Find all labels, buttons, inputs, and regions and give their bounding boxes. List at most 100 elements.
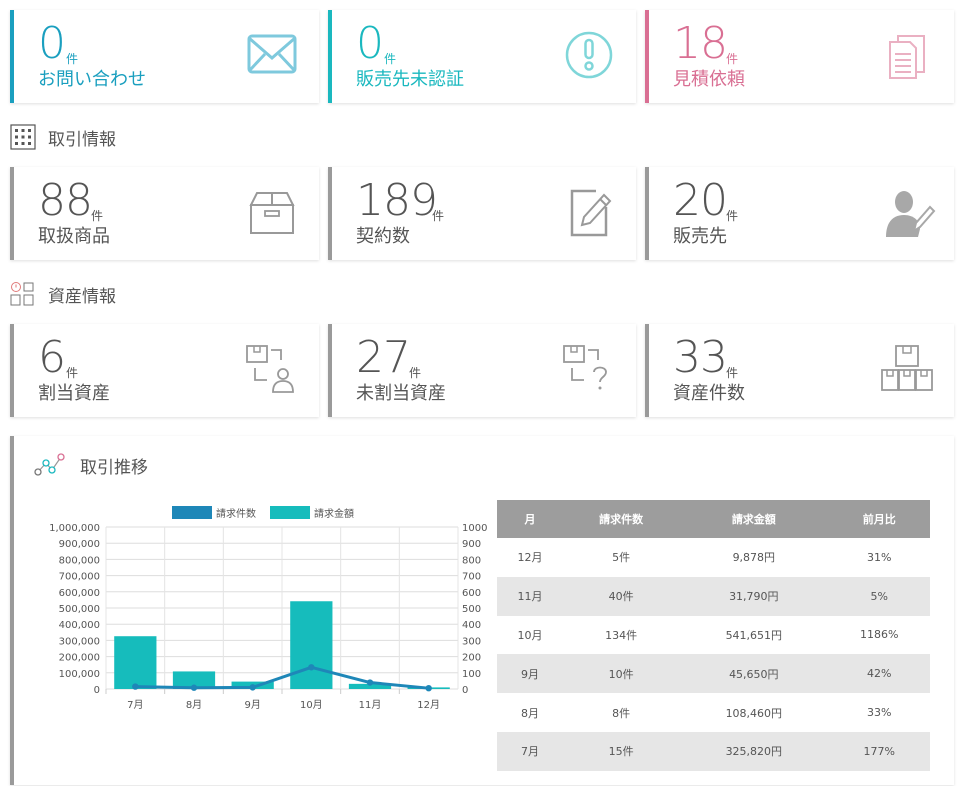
unassigned-assets-label: 未割当資産 xyxy=(356,383,446,404)
contracts-count: 189 xyxy=(356,175,438,226)
asset-total-label: 資産件数 xyxy=(673,383,745,404)
user-pen-icon xyxy=(886,191,936,237)
table-cell-ratio: 42% xyxy=(828,654,930,694)
table-cell-count: 134件 xyxy=(605,628,638,642)
asset-boxes-icon xyxy=(10,282,34,306)
table-cell-amount: 108,460円 xyxy=(725,706,783,720)
trend-header: 取引推移 xyxy=(32,450,148,480)
table-header-row: 月 請求件数 請求金額 前月比 xyxy=(497,500,930,538)
y-right-tick-label: 300 xyxy=(462,636,481,647)
table-header-month: 月 xyxy=(497,500,564,538)
trade-info-header: 取引情報 xyxy=(10,122,116,152)
products-label: 取扱商品 xyxy=(38,226,110,247)
assigned-assets-unit: 件 xyxy=(66,366,79,380)
table-cell-amount: 325,820円 xyxy=(679,731,829,771)
inquiry-label: お問い合わせ xyxy=(38,69,146,90)
products-count: 88 xyxy=(38,175,93,226)
y-left-tick-label: 400,000 xyxy=(59,620,100,631)
asset-total-count: 33 xyxy=(673,332,728,383)
y-right-tick-label: 400 xyxy=(462,620,481,631)
products-unit: 件 xyxy=(91,209,104,223)
y-left-tick-label: 900,000 xyxy=(59,539,100,550)
assigned-assets-label: 割当資産 xyxy=(38,383,110,404)
asset-info-title: 資産情報 xyxy=(48,286,116,307)
y-right-tick-label: 1000 xyxy=(462,523,487,534)
table-row: 9月 10件 45,650円 42% xyxy=(497,654,930,694)
asset-total-card[interactable]: 33 件 資産件数 xyxy=(645,324,954,417)
chart-point xyxy=(308,664,315,671)
x-tick-label: 9月 xyxy=(244,699,260,711)
y-left-tick-label: 300,000 xyxy=(59,636,100,647)
unassigned-assets-card[interactable]: 27 件 未割当資産 xyxy=(328,324,636,417)
table-row: 7月 15件 325,820円 177% xyxy=(497,731,930,771)
table-row: 8月 8件 108,460円 33% xyxy=(497,693,930,732)
contracts-card[interactable]: 189 件 契約数 xyxy=(328,167,636,260)
contracts-label: 契約数 xyxy=(356,226,410,247)
table-cell-ratio: 1186% xyxy=(859,628,899,642)
unverified-seller-unit: 件 xyxy=(384,52,397,66)
y-right-tick-label: 100 xyxy=(462,669,481,680)
table-cell-month: 7月 xyxy=(497,731,564,771)
table-cell-amount: 9,878円 xyxy=(732,551,776,565)
unassigned-asset-icon xyxy=(563,345,607,390)
table-cell-month: 12月 xyxy=(517,551,543,565)
y-right-tick-label: 200 xyxy=(462,653,481,664)
table-row: 11月 40件 31,790円 5% xyxy=(497,576,930,616)
y-left-tick-label: 700,000 xyxy=(59,572,100,583)
chart-bar xyxy=(290,601,333,689)
y-left-tick-label: 200,000 xyxy=(59,653,100,664)
table-cell-amount: 45,650円 xyxy=(679,654,829,694)
unverified-seller-label: 販売先未認証 xyxy=(356,69,464,90)
chart-point xyxy=(366,679,374,686)
assigned-assets-card[interactable]: 6 件 割当資産 xyxy=(10,324,319,417)
table-cell-amount: 31,790円 xyxy=(679,576,829,616)
x-tick-label: 11月 xyxy=(359,699,382,711)
table-cell-month: 10月 xyxy=(517,628,543,642)
documents-icon xyxy=(889,35,925,79)
table-cell-month: 9月 xyxy=(497,654,564,694)
y-right-tick-label: 800 xyxy=(462,555,481,566)
trend-title: 取引推移 xyxy=(80,457,148,478)
chart-point xyxy=(132,683,139,690)
sellers-unit: 件 xyxy=(726,209,739,223)
table-cell-count: 8件 xyxy=(612,706,631,720)
table-cell-count: 40件 xyxy=(563,576,680,616)
table-cell-month: 8月 xyxy=(521,706,539,720)
table-cell-count: 5件 xyxy=(612,551,631,565)
contracts-unit: 件 xyxy=(432,209,445,223)
table-cell-ratio: 31% xyxy=(866,550,892,564)
table-row: 12月 5件 9,878円 31% xyxy=(497,538,930,577)
inquiry-card[interactable]: 0 件 お問い合わせ xyxy=(10,10,319,103)
unassigned-assets-unit: 件 xyxy=(409,366,422,380)
trend-chart-icon xyxy=(34,453,65,476)
inquiry-unit: 件 xyxy=(66,52,79,66)
sellers-card[interactable]: 20 件 販売先 xyxy=(645,167,954,260)
table-cell-ratio: 5% xyxy=(828,576,930,616)
assigned-asset-icon xyxy=(246,345,294,393)
unverified-seller-count: 0 xyxy=(356,18,384,69)
y-left-tick-label: 0 xyxy=(94,685,100,696)
grid-icon xyxy=(10,124,36,150)
legend-label: 請求件数 xyxy=(216,507,256,520)
y-left-tick-label: 800,000 xyxy=(59,555,100,566)
chart-point xyxy=(249,684,256,691)
trend-chart: 1,000,000 1000900,000 900800,000 800700,000… xyxy=(49,506,487,711)
sellers-count: 20 xyxy=(673,175,728,226)
y-left-tick-label: 100,000 xyxy=(59,669,100,680)
x-tick-label: 10月 xyxy=(300,699,323,711)
quote-request-card[interactable]: 18 件 見積依頼 xyxy=(645,10,954,103)
quote-request-count: 18 xyxy=(673,18,728,69)
y-left-tick-label: 600,000 xyxy=(59,588,100,599)
stacked-boxes-icon xyxy=(881,345,933,391)
unverified-seller-card[interactable]: 0 件 販売先未認証 xyxy=(328,10,636,103)
products-card[interactable]: 88 件 取扱商品 xyxy=(10,167,319,260)
quote-request-unit: 件 xyxy=(726,52,739,66)
chart-point xyxy=(190,684,198,691)
y-left-tick-label: 1,000,000 xyxy=(49,523,100,534)
y-right-tick-label: 900 xyxy=(462,539,481,550)
unassigned-assets-count: 27 xyxy=(356,332,411,383)
quote-request-label: 見積依頼 xyxy=(673,69,745,90)
table-cell-ratio: 33% xyxy=(866,706,892,720)
table-cell-amount: 541,651円 xyxy=(725,628,783,642)
edit-document-icon xyxy=(570,189,612,237)
